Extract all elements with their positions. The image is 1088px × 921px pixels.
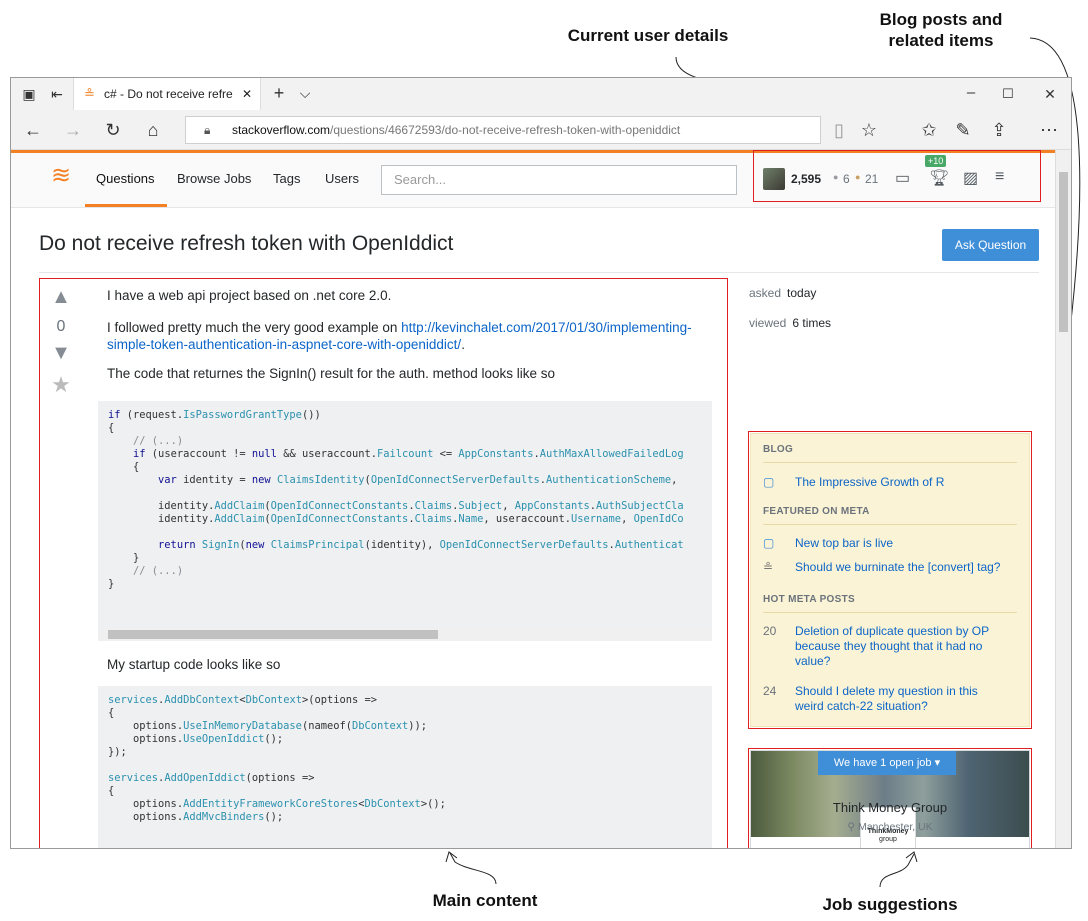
url-path: /questions/46672593/do-not-receive-refre… [330, 123, 681, 137]
page-scrollbar[interactable] [1055, 150, 1071, 848]
more-icon[interactable]: ⋯ [1037, 120, 1061, 140]
nav-tags[interactable]: Tags [273, 171, 300, 186]
refresh-icon[interactable]: ↻ [101, 120, 125, 140]
asked-meta: asked today [749, 286, 816, 300]
highlight-job [748, 748, 1032, 848]
page-viewport: ≋ Questions Browse Jobs Tags Users Searc… [11, 150, 1057, 848]
browser-window: ▣ ⇤ ≗ c# - Do not receive refre ✕ + ⌵ – … [10, 77, 1072, 849]
url-field[interactable]: 🔒︎ stackoverflow.com/questions/46672593/… [185, 116, 821, 144]
favorites-hub-icon[interactable]: ✩ [917, 120, 941, 140]
web-note-icon[interactable]: ✎ [951, 120, 975, 140]
back-arrow-icon[interactable]: ← [21, 120, 45, 140]
tab-aside-icon[interactable]: ⇤ [45, 84, 69, 104]
viewed-value: 6 times [792, 316, 832, 330]
highlight-blog [748, 431, 1032, 729]
stackoverflow-favicon-icon: ≗ [84, 86, 95, 101]
tab-list-icon[interactable]: ⌵ [293, 83, 317, 103]
highlight-user-details [753, 150, 1041, 202]
share-icon[interactable]: ⇪ [987, 120, 1011, 140]
nav-active-underline [85, 204, 167, 207]
viewed-meta: viewed 6 times [749, 316, 831, 330]
nav-questions[interactable]: Questions [96, 171, 155, 186]
ask-question-button[interactable]: Ask Question [942, 229, 1039, 261]
home-icon[interactable]: ⌂ [141, 120, 165, 140]
nav-browse-jobs[interactable]: Browse Jobs [177, 171, 251, 186]
new-tab-icon[interactable]: + [267, 83, 291, 103]
window-minimize-icon[interactable]: – [959, 83, 983, 103]
favorite-star-icon[interactable]: ☆ [857, 120, 881, 140]
title-divider [39, 272, 1039, 273]
tab-actions-icon[interactable]: ▣ [17, 84, 41, 104]
title-bar: ▣ ⇤ ≗ c# - Do not receive refre ✕ + ⌵ – … [11, 78, 1071, 110]
page-scrollbar-thumb[interactable] [1059, 172, 1068, 332]
question-title[interactable]: Do not receive refresh token with OpenId… [39, 232, 453, 256]
asked-value: today [787, 286, 817, 300]
window-maximize-icon[interactable]: ☐ [996, 84, 1020, 104]
viewed-label: viewed [749, 316, 787, 330]
search-input[interactable]: Search... [381, 165, 737, 195]
lock-icon: 🔒︎ [204, 123, 211, 137]
nav-users[interactable]: Users [325, 171, 359, 186]
window-close-icon[interactable]: ✕ [1038, 84, 1062, 104]
tab-title: c# - Do not receive refre [104, 87, 233, 101]
reading-view-icon[interactable]: ▯ [827, 120, 851, 140]
stackoverflow-logo-icon[interactable]: ≋ [51, 161, 71, 190]
browser-tab[interactable]: ≗ c# - Do not receive refre ✕ [73, 78, 261, 110]
address-bar-row: ← → ↻ ⌂ 🔒︎ stackoverflow.com/questions/4… [11, 110, 1071, 150]
url-domain: stackoverflow.com [232, 123, 331, 137]
forward-arrow-icon[interactable]: → [61, 120, 85, 140]
highlight-main-content [39, 278, 728, 848]
tab-close-icon[interactable]: ✕ [242, 78, 252, 110]
asked-label: asked [749, 286, 782, 300]
